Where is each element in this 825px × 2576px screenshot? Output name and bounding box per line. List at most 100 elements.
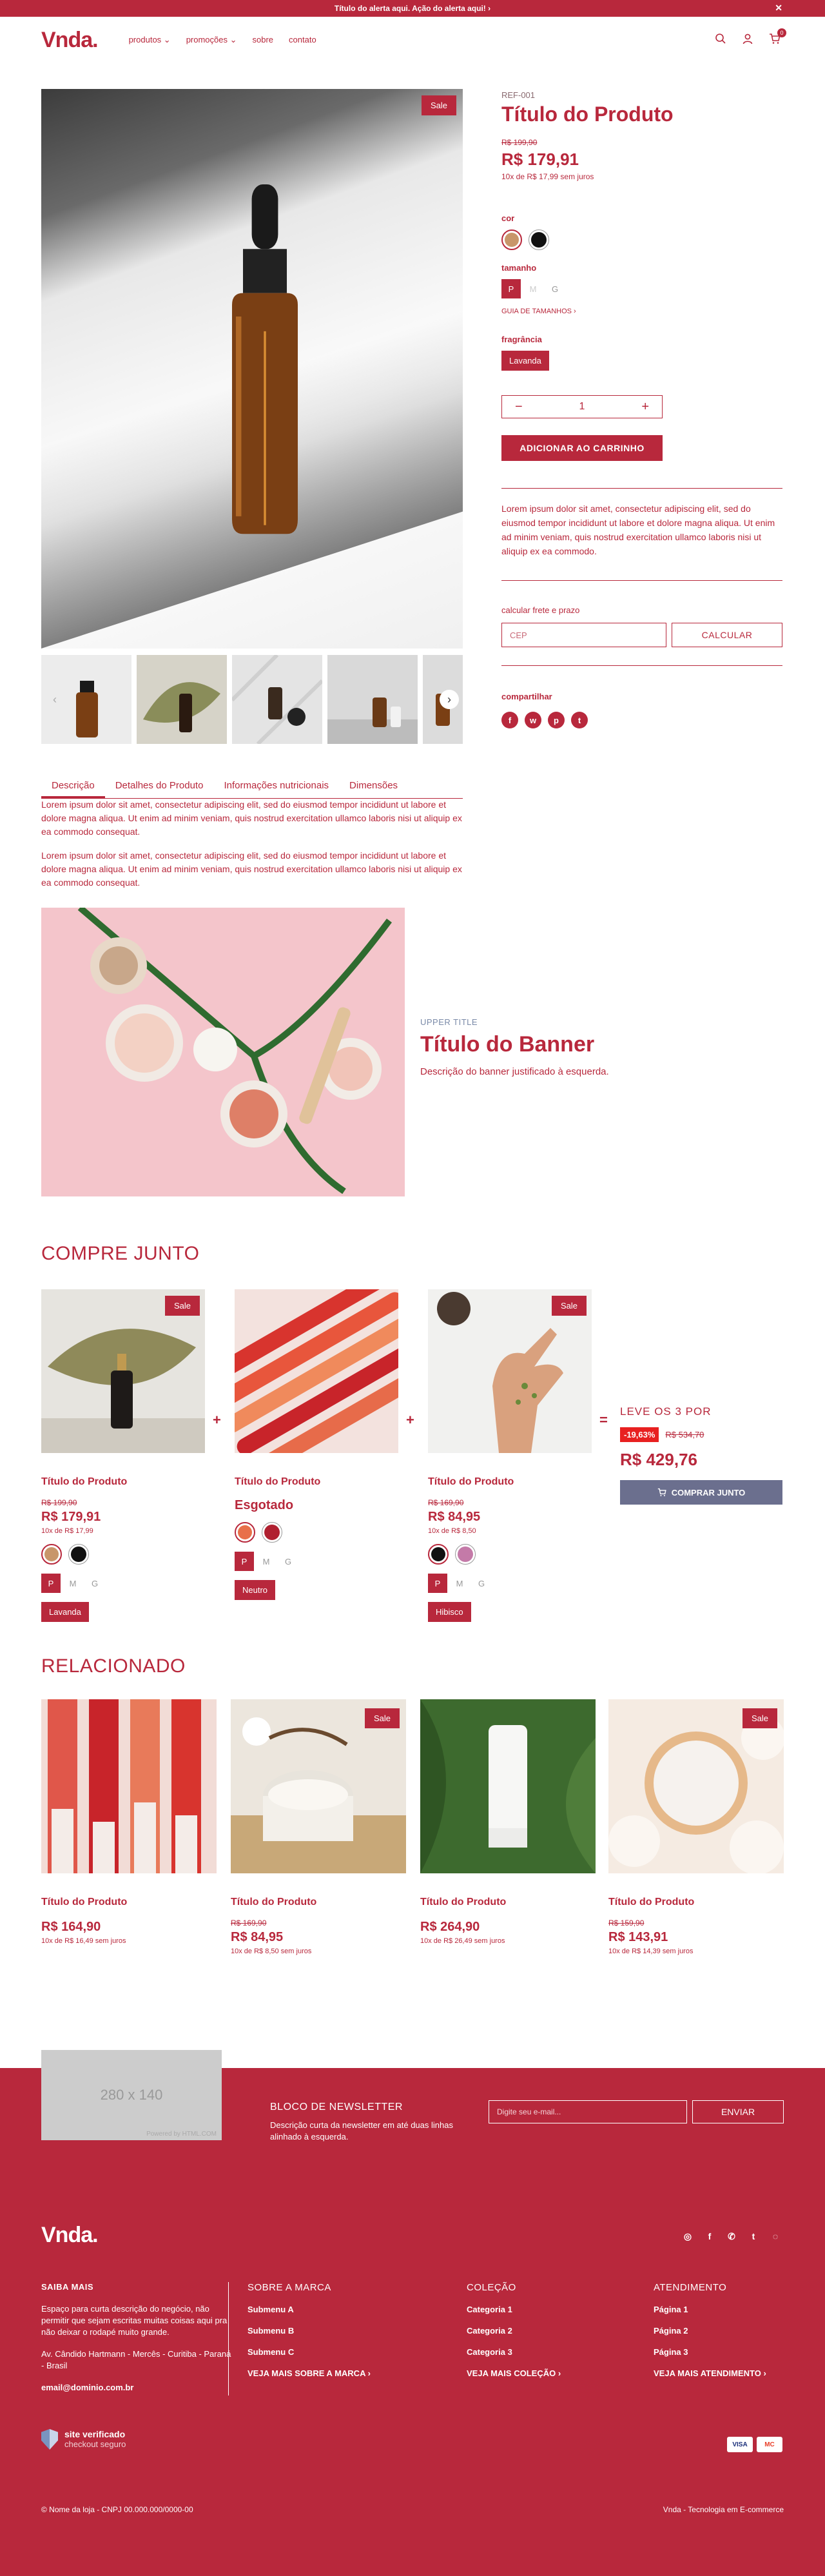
tab-dimensoes[interactable]: Dimensões (339, 775, 408, 798)
banner-image[interactable] (41, 908, 405, 1196)
close-icon[interactable]: ✕ (775, 3, 782, 14)
thumbnail-3[interactable] (230, 655, 324, 744)
footer-link[interactable]: Página 3 (654, 2347, 766, 2357)
tab-informacoes-nutricionais[interactable]: Informações nutricionais (213, 775, 339, 798)
card-title[interactable]: Título do Produto (420, 1897, 596, 1908)
facebook-icon[interactable]: f (703, 2229, 717, 2243)
qty-minus-button[interactable]: − (515, 400, 523, 415)
product-image[interactable]: Sale (428, 1289, 592, 1453)
nav-item-produtos[interactable]: produtos ⌄ (129, 35, 171, 45)
card-title[interactable]: Título do Produto (428, 1476, 592, 1488)
calculate-button[interactable]: CALCULAR (672, 623, 782, 647)
product-image[interactable] (41, 1699, 217, 1873)
whatsapp-icon[interactable]: w (525, 712, 541, 728)
card-title[interactable]: Título do Produto (231, 1897, 406, 1908)
sale-badge: Sale (421, 95, 456, 115)
fragrance-label: fragrância (501, 335, 542, 344)
card-title[interactable]: Título do Produto (41, 1476, 205, 1488)
size-option-g[interactable]: G (545, 279, 565, 298)
size-option-p[interactable]: P (501, 279, 521, 298)
footer-link[interactable]: Página 2 (654, 2326, 766, 2336)
size-guide-link[interactable]: GUIA DE TAMANHOS › (501, 307, 782, 315)
product-image[interactable]: Sale (608, 1699, 784, 1873)
footer-see-more-link[interactable]: VEJA MAIS ATENDIMENTO › (654, 2368, 766, 2378)
twitter-icon[interactable]: t (746, 2229, 761, 2243)
footer-column-sobre: SOBRE A MARCA Submenu A Submenu B Submen… (248, 2282, 371, 2390)
size-option-m[interactable]: M (257, 1552, 276, 1571)
fragrance-option[interactable]: Lavanda (501, 351, 549, 371)
size-option-g[interactable]: G (85, 1574, 104, 1593)
nav-item-contato[interactable]: contato (289, 35, 316, 45)
pinterest-icon[interactable]: p (548, 712, 565, 728)
facebook-icon[interactable]: f (501, 712, 518, 728)
nav-item-promocoes[interactable]: promoções ⌄ (186, 35, 237, 45)
card-title[interactable]: Título do Produto (41, 1897, 217, 1908)
tab-detalhes[interactable]: Detalhes do Produto (105, 775, 214, 798)
size-option-m[interactable]: M (63, 1574, 82, 1593)
color-swatch-red[interactable] (262, 1522, 282, 1543)
quantity-value[interactable]: 1 (579, 401, 585, 413)
whatsapp-icon[interactable]: ✆ (724, 2229, 739, 2243)
size-option-m[interactable]: M (523, 279, 543, 298)
thumbnail-4[interactable] (327, 655, 418, 744)
color-swatch-black[interactable] (428, 1544, 449, 1565)
size-option-g[interactable]: G (472, 1574, 491, 1593)
cep-input[interactable] (501, 623, 666, 647)
email-field[interactable] (489, 2100, 687, 2123)
tab-descricao[interactable]: Descrição (41, 775, 105, 798)
user-icon[interactable] (740, 31, 755, 46)
color-swatch-black[interactable] (529, 229, 549, 250)
footer-link[interactable]: Categoria 1 (467, 2305, 561, 2314)
cart-icon[interactable]: 0 (767, 28, 786, 46)
size-options: P M G (235, 1552, 398, 1571)
color-swatch-coral[interactable] (235, 1522, 255, 1543)
newsletter-submit-button[interactable]: ENVIAR (692, 2100, 784, 2123)
size-option-p[interactable]: P (41, 1574, 61, 1593)
color-swatch-pink[interactable] (455, 1544, 476, 1565)
card-title[interactable]: Título do Produto (608, 1897, 784, 1908)
seal-subtitle: checkout seguro (64, 2439, 126, 2449)
product-image[interactable] (235, 1289, 398, 1453)
product-image[interactable] (420, 1699, 596, 1873)
variant-option[interactable]: Lavanda (41, 1602, 89, 1622)
footer-logo[interactable]: Vnda. (41, 2223, 99, 2248)
size-option-p[interactable]: P (428, 1574, 447, 1593)
divider (501, 488, 782, 489)
pinterest-icon[interactable]: ◌ (768, 2229, 782, 2243)
product-main-image[interactable]: Sale (41, 89, 463, 649)
instagram-icon[interactable]: ◎ (681, 2229, 695, 2243)
add-to-cart-button[interactable]: ADICIONAR AO CARRINHO (501, 435, 663, 461)
alert-text[interactable]: Título do alerta aqui. Ação do alerta aq… (335, 4, 490, 13)
variant-option[interactable]: Neutro (235, 1580, 276, 1600)
twitter-icon[interactable]: t (571, 712, 588, 728)
size-option-p[interactable]: P (235, 1552, 254, 1571)
platform-credit[interactable]: Vnda - Tecnologia em E-commerce (663, 2505, 784, 2514)
color-swatch-black[interactable] (68, 1544, 89, 1565)
footer-link[interactable]: Submenu C (248, 2347, 371, 2357)
footer-email[interactable]: email@dominio.com.br (41, 2382, 235, 2394)
footer-link[interactable]: Página 1 (654, 2305, 766, 2314)
color-swatch-caramel[interactable] (41, 1544, 62, 1565)
offer-label: LEVE OS 3 POR (620, 1405, 712, 1418)
size-option-m[interactable]: M (450, 1574, 469, 1593)
logo[interactable]: Vnda. (41, 28, 99, 53)
thumbnail-next-arrow[interactable]: › (440, 690, 459, 709)
footer-see-more-link[interactable]: VEJA MAIS SOBRE A MARCA › (248, 2368, 371, 2378)
footer-link[interactable]: Submenu A (248, 2305, 371, 2314)
search-icon[interactable] (713, 31, 728, 46)
size-option-g[interactable]: G (278, 1552, 298, 1571)
product-image[interactable]: Sale (41, 1289, 205, 1453)
color-swatch-caramel[interactable] (501, 229, 522, 250)
product-image[interactable]: Sale (231, 1699, 406, 1873)
footer-see-more-link[interactable]: VEJA MAIS COLEÇÃO › (467, 2368, 561, 2378)
footer-link[interactable]: Categoria 2 (467, 2326, 561, 2336)
footer-link[interactable]: Submenu B (248, 2326, 371, 2336)
card-title[interactable]: Título do Produto (235, 1476, 398, 1488)
thumbnail-prev-arrow[interactable]: ‹ (45, 690, 64, 709)
variant-option[interactable]: Hibisco (428, 1602, 471, 1622)
footer-link[interactable]: Categoria 3 (467, 2347, 561, 2357)
thumbnail-2[interactable] (137, 655, 227, 744)
buy-together-button[interactable]: COMPRAR JUNTO (620, 1480, 782, 1505)
nav-item-sobre[interactable]: sobre (253, 35, 274, 45)
qty-plus-button[interactable]: + (641, 400, 649, 415)
